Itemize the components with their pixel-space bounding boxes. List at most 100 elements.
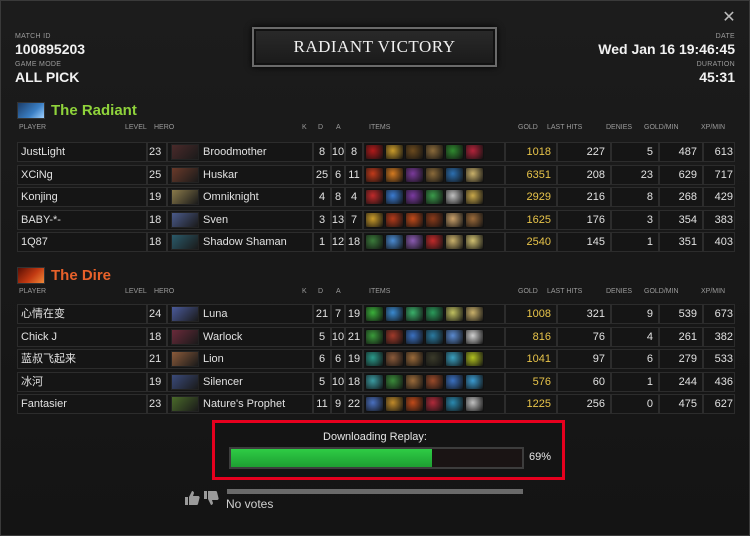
hero-portrait-icon[interactable] [171,328,199,345]
item-icon[interactable] [385,306,404,322]
item-icon[interactable] [365,234,384,250]
item-icon[interactable] [365,166,384,183]
item-icon[interactable] [365,351,384,367]
item-icon[interactable] [465,396,484,412]
item-icon[interactable] [365,396,384,412]
item-icon[interactable] [425,373,444,390]
dire-player[interactable]: 冰河 [21,372,147,392]
dire-player-row[interactable]: 心情在变 24 Luna 21 7 19 1008 321 9 539 673 [17,304,735,324]
item-icon[interactable] [425,234,444,250]
item-icon[interactable] [385,328,404,345]
item-icon[interactable] [425,328,444,345]
item-icon[interactable] [405,373,424,390]
item-icon[interactable] [405,328,424,345]
item-icon[interactable] [405,234,424,250]
hero-portrait-icon[interactable] [171,306,199,322]
item-icon[interactable] [385,351,404,367]
radiant-player-row[interactable]: BABY-*- 18 Sven 3 13 7 1625 176 3 354 383 [17,209,735,230]
item-icon[interactable] [445,351,464,367]
item-icon[interactable] [445,211,464,228]
item-icon[interactable] [465,328,484,345]
item-icon[interactable] [465,373,484,390]
dire-hero[interactable]: Nature's Prophet [203,394,313,414]
radiant-player[interactable]: Konjing [21,187,147,207]
dire-player-row[interactable]: Chick J 18 Warlock 5 10 21 816 76 4 261 382 [17,326,735,347]
dire-hero[interactable]: Warlock [203,327,313,347]
dire-player-row[interactable]: Fantasier 23 Nature's Prophet 11 9 22 1225 256 0… [17,394,735,414]
dire-player[interactable]: 蓝叔飞起来 [21,349,147,369]
item-icon[interactable] [385,373,404,390]
item-icon[interactable] [365,189,384,205]
item-icon[interactable] [445,166,464,183]
item-icon[interactable] [445,328,464,345]
dire-player[interactable]: Fantasier [21,394,147,414]
hero-portrait-icon[interactable] [171,166,199,183]
item-icon[interactable] [405,396,424,412]
dire-hero[interactable]: Lion [203,349,313,369]
hero-portrait-icon[interactable] [171,396,199,412]
hero-portrait-icon[interactable] [171,234,199,250]
item-icon[interactable] [405,189,424,205]
item-icon[interactable] [465,166,484,183]
item-icon[interactable] [385,144,404,160]
item-icon[interactable] [405,211,424,228]
item-icon[interactable] [385,166,404,183]
radiant-hero[interactable]: Huskar [203,165,313,185]
item-icon[interactable] [365,211,384,228]
item-icon[interactable] [465,144,484,160]
radiant-player[interactable]: XCiNg [21,165,147,185]
item-icon[interactable] [465,351,484,367]
item-icon[interactable] [425,211,444,228]
item-icon[interactable] [385,234,404,250]
thumbs-up-icon[interactable] [184,490,200,506]
item-icon[interactable] [445,144,464,160]
radiant-player[interactable]: 1Q87 [21,232,147,252]
hero-portrait-icon[interactable] [171,144,199,160]
radiant-player-row[interactable]: XCiNg 25 Huskar 25 6 11 6351 208 23 629 717 [17,164,735,185]
dire-hero[interactable]: Silencer [203,372,313,392]
item-icon[interactable] [365,328,384,345]
radiant-hero[interactable]: Shadow Shaman [203,232,313,252]
dire-player[interactable]: 心情在变 [21,304,147,324]
close-icon[interactable]: ✕ [721,10,737,26]
radiant-player-row[interactable]: Konjing 19 Omniknight 4 8 4 2929 216 8 268 429 [17,187,735,207]
item-icon[interactable] [365,306,384,322]
hero-portrait-icon[interactable] [171,373,199,390]
item-icon[interactable] [445,373,464,390]
item-icon[interactable] [365,373,384,390]
item-icon[interactable] [465,189,484,205]
radiant-hero[interactable]: Broodmother [203,142,313,162]
hero-portrait-icon[interactable] [171,189,199,205]
item-icon[interactable] [405,306,424,322]
item-icon[interactable] [365,144,384,160]
dire-player-row[interactable]: 冰河 19 Silencer 5 10 18 576 60 1 244 436 [17,371,735,392]
thumbs-down-icon[interactable] [203,490,219,506]
item-icon[interactable] [465,306,484,322]
radiant-hero[interactable]: Sven [203,210,313,230]
item-icon[interactable] [425,166,444,183]
item-icon[interactable] [445,189,464,205]
radiant-player[interactable]: JustLight [21,142,147,162]
item-icon[interactable] [405,144,424,160]
item-icon[interactable] [445,396,464,412]
radiant-player-row[interactable]: JustLight 23 Broodmother 8 10 8 1018 227 5 487 613 [17,142,735,162]
item-icon[interactable] [425,189,444,205]
item-icon[interactable] [445,234,464,250]
radiant-player-row[interactable]: 1Q87 18 Shadow Shaman 1 12 18 2540 145 1 351 403 [17,232,735,252]
item-icon[interactable] [405,166,424,183]
radiant-hero[interactable]: Omniknight [203,187,313,207]
hero-portrait-icon[interactable] [171,351,199,367]
item-icon[interactable] [385,211,404,228]
dire-player[interactable]: Chick J [21,327,147,347]
item-icon[interactable] [465,211,484,228]
item-icon[interactable] [385,396,404,412]
item-icon[interactable] [405,351,424,367]
item-icon[interactable] [385,189,404,205]
item-icon[interactable] [425,144,444,160]
dire-hero[interactable]: Luna [203,304,313,324]
item-icon[interactable] [425,396,444,412]
item-icon[interactable] [445,306,464,322]
radiant-player[interactable]: BABY-*- [21,210,147,230]
item-icon[interactable] [425,306,444,322]
dire-player-row[interactable]: 蓝叔飞起来 21 Lion 6 6 19 1041 97 6 279 533 [17,349,735,369]
